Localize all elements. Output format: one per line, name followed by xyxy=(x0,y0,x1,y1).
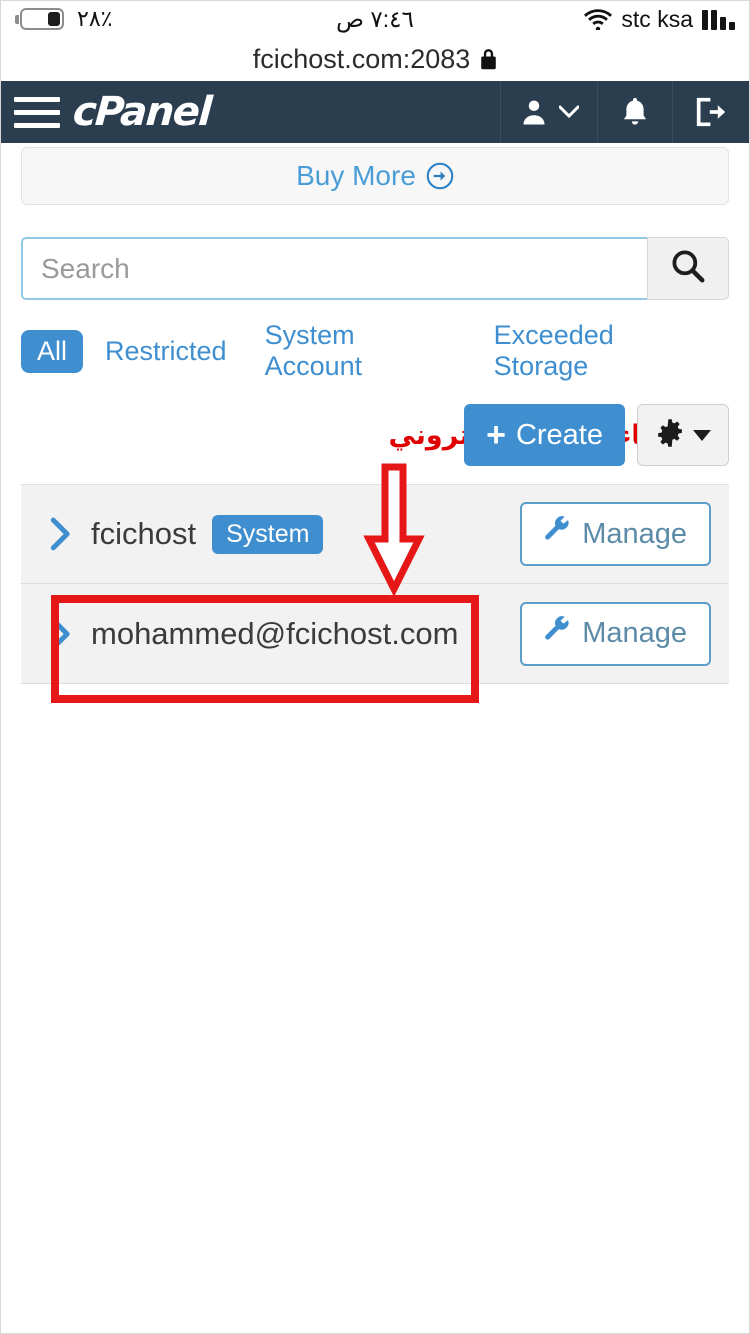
user-icon xyxy=(519,97,549,127)
gear-icon xyxy=(655,418,685,453)
arrow-circle-right-icon xyxy=(426,162,454,190)
caret-down-icon xyxy=(693,429,711,441)
create-button-label: Create xyxy=(515,418,603,451)
filter-tab-exceeded-storage[interactable]: Exceeded Storage xyxy=(478,314,729,388)
status-bar: ٪٢٨ ٧:٤٦ ص stc ksa xyxy=(1,1,749,37)
action-row: تم إنشاء البريد الإلكتروني + Create xyxy=(21,402,729,468)
buy-more-panel: Buy More xyxy=(21,147,729,205)
manage-button[interactable]: Manage xyxy=(520,601,711,666)
manage-button-label: Manage xyxy=(582,517,687,550)
filter-tab-system-account[interactable]: System Account xyxy=(249,314,472,388)
buy-more-link[interactable]: Buy More xyxy=(296,160,454,192)
account-list: fcichost System Manage mohammed@fcichost… xyxy=(21,484,729,684)
battery-icon xyxy=(15,8,64,30)
filter-tab-restricted[interactable]: Restricted xyxy=(89,330,243,373)
chevron-right-icon[interactable] xyxy=(39,617,83,651)
chevron-down-icon xyxy=(559,105,579,119)
filter-tab-all[interactable]: All xyxy=(21,329,84,373)
filter-tabs: All Restricted System Account Exceeded S… xyxy=(21,314,729,388)
search-input[interactable] xyxy=(21,237,647,300)
table-row[interactable]: fcichost System Manage xyxy=(21,484,729,584)
account-name: mohammed@fcichost.com xyxy=(91,615,459,651)
wrench-icon xyxy=(544,516,572,552)
browser-url-bar[interactable]: fcichost.com:2083 xyxy=(1,37,749,81)
buy-more-label: Buy More xyxy=(296,160,416,191)
signal-bars-icon xyxy=(702,8,735,30)
plus-icon: + xyxy=(486,416,506,454)
navbar-actions xyxy=(500,81,749,143)
cpanel-logo[interactable]: cPanel xyxy=(71,89,212,135)
settings-dropdown-button[interactable] xyxy=(637,404,729,466)
battery-percent-label: ٪٢٨ xyxy=(77,6,113,31)
user-menu-button[interactable] xyxy=(500,81,597,143)
wifi-icon xyxy=(584,8,613,30)
manage-button[interactable]: Manage xyxy=(520,502,711,566)
logout-icon xyxy=(695,97,727,127)
main-content: Buy More Search All Restricted System Ac… xyxy=(1,147,749,684)
chevron-right-icon[interactable] xyxy=(39,517,83,551)
account-name: fcichost xyxy=(91,516,197,551)
carrier-label: stc ksa xyxy=(621,5,693,32)
search-icon xyxy=(669,247,707,290)
url-text: fcichost.com:2083 xyxy=(252,43,471,74)
manage-button-label: Manage xyxy=(582,617,687,649)
search-button[interactable] xyxy=(647,237,729,300)
status-bar-right: stc ksa xyxy=(584,6,735,33)
lock-icon xyxy=(480,48,497,70)
logout-button[interactable] xyxy=(672,81,749,143)
status-badge: System xyxy=(212,514,324,554)
status-bar-left: ٪٢٨ xyxy=(15,6,112,32)
bell-icon xyxy=(620,96,650,128)
hamburger-menu-icon[interactable] xyxy=(1,81,73,143)
create-button[interactable]: + Create xyxy=(464,404,625,466)
cpanel-navbar: cPanel xyxy=(1,81,749,143)
phone-screen: ٪٢٨ ٧:٤٦ ص stc ksa fcichost.com:2083 cPa… xyxy=(0,0,750,1334)
notifications-button[interactable] xyxy=(597,81,672,143)
wrench-icon xyxy=(544,615,572,652)
search-row xyxy=(21,237,729,300)
table-row[interactable]: mohammed@fcichost.com Manage xyxy=(21,584,729,684)
